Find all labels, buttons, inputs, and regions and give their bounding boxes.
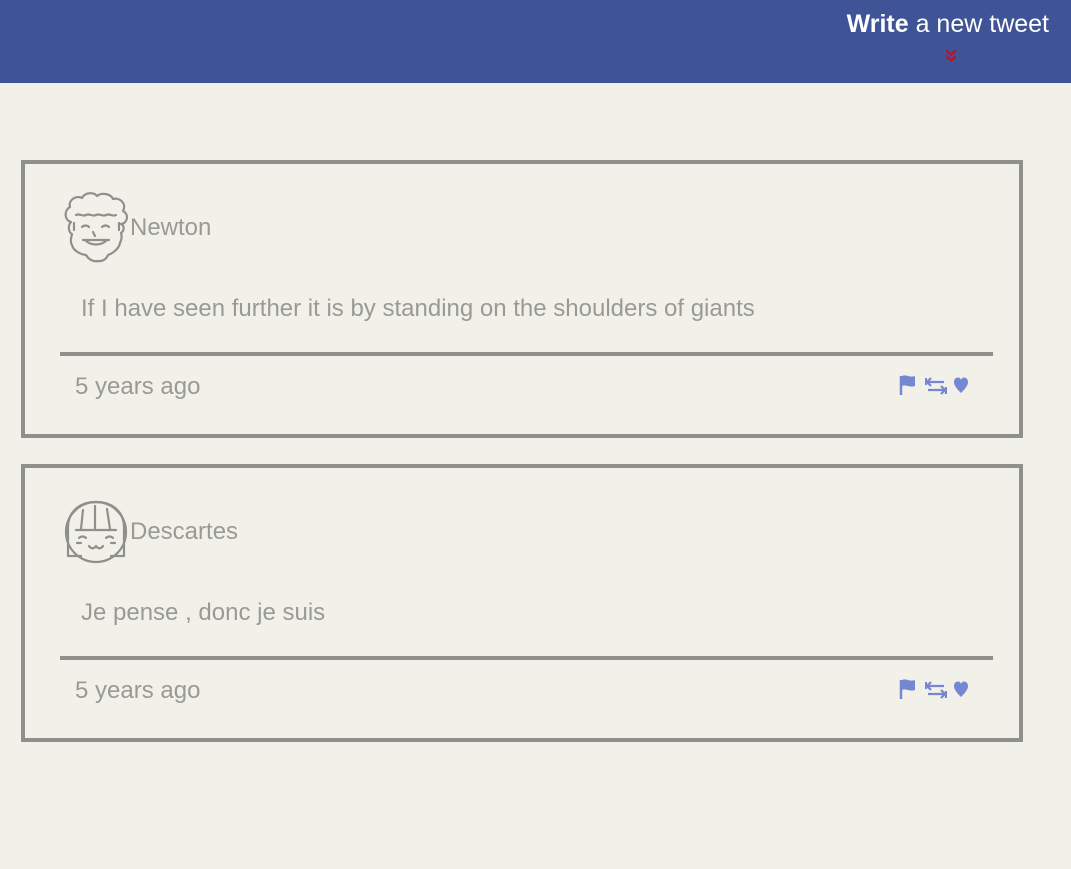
compose-label-strong: Write — [846, 10, 909, 38]
heart-icon[interactable] — [953, 374, 969, 396]
tweet-divider — [60, 352, 993, 356]
retweet-icon[interactable] — [925, 680, 947, 700]
tweet-timestamp: 5 years ago — [75, 373, 201, 400]
flag-icon[interactable] — [899, 374, 917, 396]
tweet-content: If I have seen further it is by standing… — [81, 295, 755, 322]
heart-icon[interactable] — [953, 678, 969, 700]
curly-hair-face-icon — [64, 192, 128, 263]
top-navigation-bar: Write a new tweet — [0, 0, 1071, 83]
tweet-actions — [899, 374, 974, 400]
write-new-tweet-button[interactable]: Write a new tweet — [847, 10, 1049, 39]
tweet-content: Je pense , donc je suis — [81, 599, 326, 626]
compose-label-rest: a new tweet — [908, 10, 1049, 38]
tweet-actions — [899, 678, 974, 704]
retweet-icon[interactable] — [925, 376, 947, 396]
tweet-author: Descartes — [130, 518, 239, 545]
flag-icon[interactable] — [899, 678, 917, 700]
bob-hair-face-icon — [64, 500, 128, 564]
tweet-card: Descartes Je pense , donc je suis 5 year… — [21, 464, 1023, 742]
tweet-timestamp: 5 years ago — [75, 677, 201, 704]
tweet-divider — [60, 656, 993, 660]
tweet-card: Newton If I have seen further it is by s… — [21, 160, 1023, 438]
tweet-author: Newton — [130, 214, 212, 241]
double-chevron-down-icon[interactable] — [942, 46, 960, 64]
